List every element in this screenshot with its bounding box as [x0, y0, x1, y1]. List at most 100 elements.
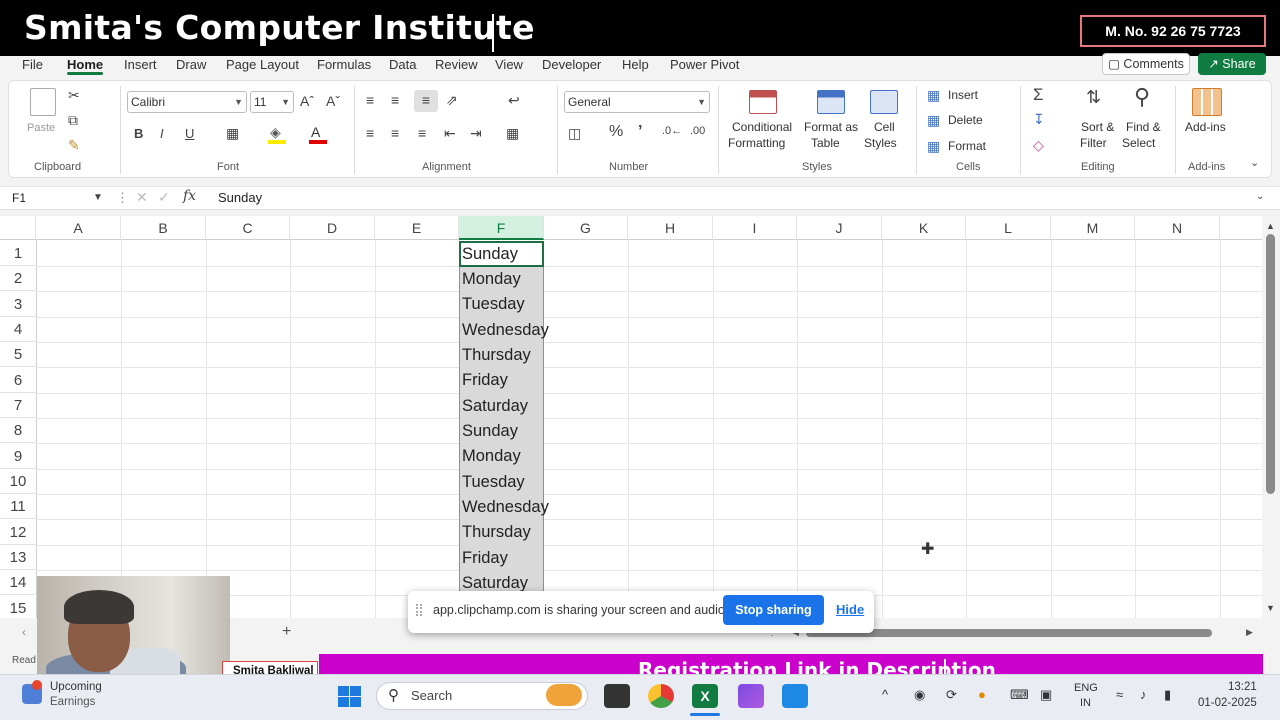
wrap-text-icon[interactable]: ↩ [508, 93, 520, 107]
cell-f4[interactable]: Wednesday [462, 318, 549, 343]
italic-icon[interactable]: I [160, 127, 164, 140]
align-bottom-icon[interactable]: ≡ [414, 90, 438, 112]
align-center-icon[interactable]: ≡ [391, 126, 399, 140]
comma-icon[interactable]: ’ [638, 124, 642, 140]
row-header[interactable]: 7 [0, 393, 36, 418]
align-left-icon[interactable]: ≡ [366, 126, 374, 140]
decrease-decimal-icon[interactable]: .00 [690, 126, 705, 137]
comments-button[interactable]: ▢ Comments [1102, 53, 1190, 75]
column-header[interactable]: K [882, 216, 966, 240]
app-icon[interactable] [782, 684, 808, 708]
file-explorer-icon[interactable] [604, 684, 630, 708]
font-name-combo[interactable]: Calibri ▼ [127, 91, 247, 113]
column-header[interactable]: E [375, 216, 459, 240]
row-header[interactable]: 8 [0, 418, 36, 443]
clear-icon[interactable]: ◇ [1033, 138, 1044, 152]
language-region[interactable]: IN [1080, 697, 1091, 709]
format-cells-icon[interactable]: ▦ [927, 139, 940, 153]
tab-review[interactable]: Review [435, 57, 478, 72]
sort-filter-icon[interactable]: ⇅ [1086, 88, 1101, 106]
column-header[interactable]: C [206, 216, 290, 240]
row-header[interactable]: 4 [0, 317, 36, 342]
collapse-ribbon-icon[interactable]: ⌄ [1250, 158, 1259, 169]
cancel-icon[interactable]: ✕ [136, 190, 148, 204]
formula-content[interactable]: Sunday [218, 190, 262, 205]
sync-icon[interactable]: ⟳ [946, 688, 957, 701]
column-header[interactable]: G [544, 216, 628, 240]
column-header[interactable]: M [1051, 216, 1135, 240]
display-icon[interactable]: ▣ [1040, 688, 1052, 701]
clock-time[interactable]: 13:21 [1228, 681, 1257, 693]
language-code[interactable]: ENG [1074, 682, 1098, 694]
hide-link[interactable]: Hide [836, 602, 864, 617]
scroll-up-icon[interactable]: ▲ [1266, 222, 1275, 231]
decrease-indent-icon[interactable]: ⇤ [444, 126, 456, 140]
increase-font-icon[interactable]: Aˆ [300, 94, 314, 108]
row-header[interactable]: 3 [0, 292, 36, 317]
widget-title[interactable]: Upcoming [50, 681, 102, 693]
paste-icon[interactable] [30, 88, 56, 116]
format-painter-icon[interactable]: ✎ [68, 138, 80, 152]
column-header[interactable]: B [121, 216, 206, 240]
align-right-icon[interactable]: ≡ [418, 126, 426, 140]
format-cells-label[interactable]: Format [948, 139, 986, 153]
row-header[interactable]: 14 [0, 570, 36, 595]
tab-home[interactable]: Home [67, 57, 104, 75]
row-header[interactable]: 1 [0, 241, 36, 266]
tab-file[interactable]: File [22, 57, 43, 72]
row-header[interactable]: 2 [0, 266, 36, 291]
delete-cells-label[interactable]: Delete [948, 113, 983, 127]
tab-help[interactable]: Help [622, 57, 649, 72]
clock-date[interactable]: 01-02-2025 [1198, 697, 1257, 709]
conditional-formatting-icon[interactable] [749, 90, 777, 114]
cell-f5[interactable]: Thursday [462, 343, 531, 368]
borders-icon[interactable]: ▦ [226, 126, 239, 140]
cell-styles-icon[interactable] [870, 90, 898, 114]
align-middle-icon[interactable]: ≡ [391, 93, 399, 107]
tab-view[interactable]: View [495, 57, 523, 72]
cell-f12[interactable]: Thursday [462, 520, 531, 545]
row-header[interactable]: 9 [0, 444, 36, 469]
windows-start-icon[interactable] [338, 686, 362, 708]
tab-power-pivot[interactable]: Power Pivot [670, 57, 739, 72]
volume-icon[interactable]: ♪ [1140, 688, 1147, 701]
keyboard-icon[interactable]: ⌨ [1010, 688, 1029, 701]
delete-cells-icon[interactable]: ▦ [927, 113, 940, 127]
enter-icon[interactable]: ✓ [158, 190, 170, 204]
wifi-icon[interactable]: ≈ [1116, 688, 1123, 701]
chrome-icon[interactable] [648, 684, 674, 708]
clipchamp-icon[interactable] [738, 684, 764, 708]
select-all-corner[interactable] [0, 216, 36, 240]
widget-subtitle[interactable]: Earnings [50, 696, 95, 708]
microphone-icon[interactable]: ● [978, 688, 986, 701]
insert-cells-label[interactable]: Insert [948, 88, 978, 102]
cell-f3[interactable]: Tuesday [462, 292, 525, 317]
row-header[interactable]: 12 [0, 520, 36, 545]
increase-indent-icon[interactable]: ⇥ [470, 126, 482, 140]
function-icon[interactable]: fx [183, 189, 196, 203]
column-header[interactable]: I [713, 216, 797, 240]
decrease-font-icon[interactable]: Aˇ [326, 94, 340, 108]
scroll-down-icon[interactable]: ▼ [1266, 604, 1275, 613]
excel-taskbar-icon[interactable]: X [692, 684, 718, 708]
font-size-combo[interactable]: 11 ▼ [250, 91, 294, 113]
cell-f9[interactable]: Monday [462, 444, 521, 469]
row-header[interactable]: 6 [0, 368, 36, 393]
row-header[interactable]: 11 [0, 494, 36, 519]
merge-center-icon[interactable]: ▦ [506, 126, 519, 140]
column-header[interactable]: L [966, 216, 1051, 240]
row-header[interactable]: 10 [0, 469, 36, 494]
find-select-icon[interactable]: ⚲ [1134, 86, 1150, 108]
cell-f2[interactable]: Monday [462, 267, 521, 292]
cell-f10[interactable]: Tuesday [462, 470, 525, 495]
expand-formula-icon[interactable]: ⌄ [1256, 192, 1264, 202]
tab-data[interactable]: Data [389, 57, 416, 72]
fill-icon[interactable]: ↧ [1033, 112, 1045, 126]
column-header[interactable]: J [797, 216, 882, 240]
vertical-scroll-thumb[interactable] [1266, 234, 1275, 494]
row-header[interactable]: 13 [0, 545, 36, 570]
row-header[interactable]: 5 [0, 342, 36, 367]
font-color-icon[interactable]: A [311, 125, 320, 139]
tab-formulas[interactable]: Formulas [317, 57, 371, 72]
tab-page-layout[interactable]: Page Layout [226, 57, 299, 72]
